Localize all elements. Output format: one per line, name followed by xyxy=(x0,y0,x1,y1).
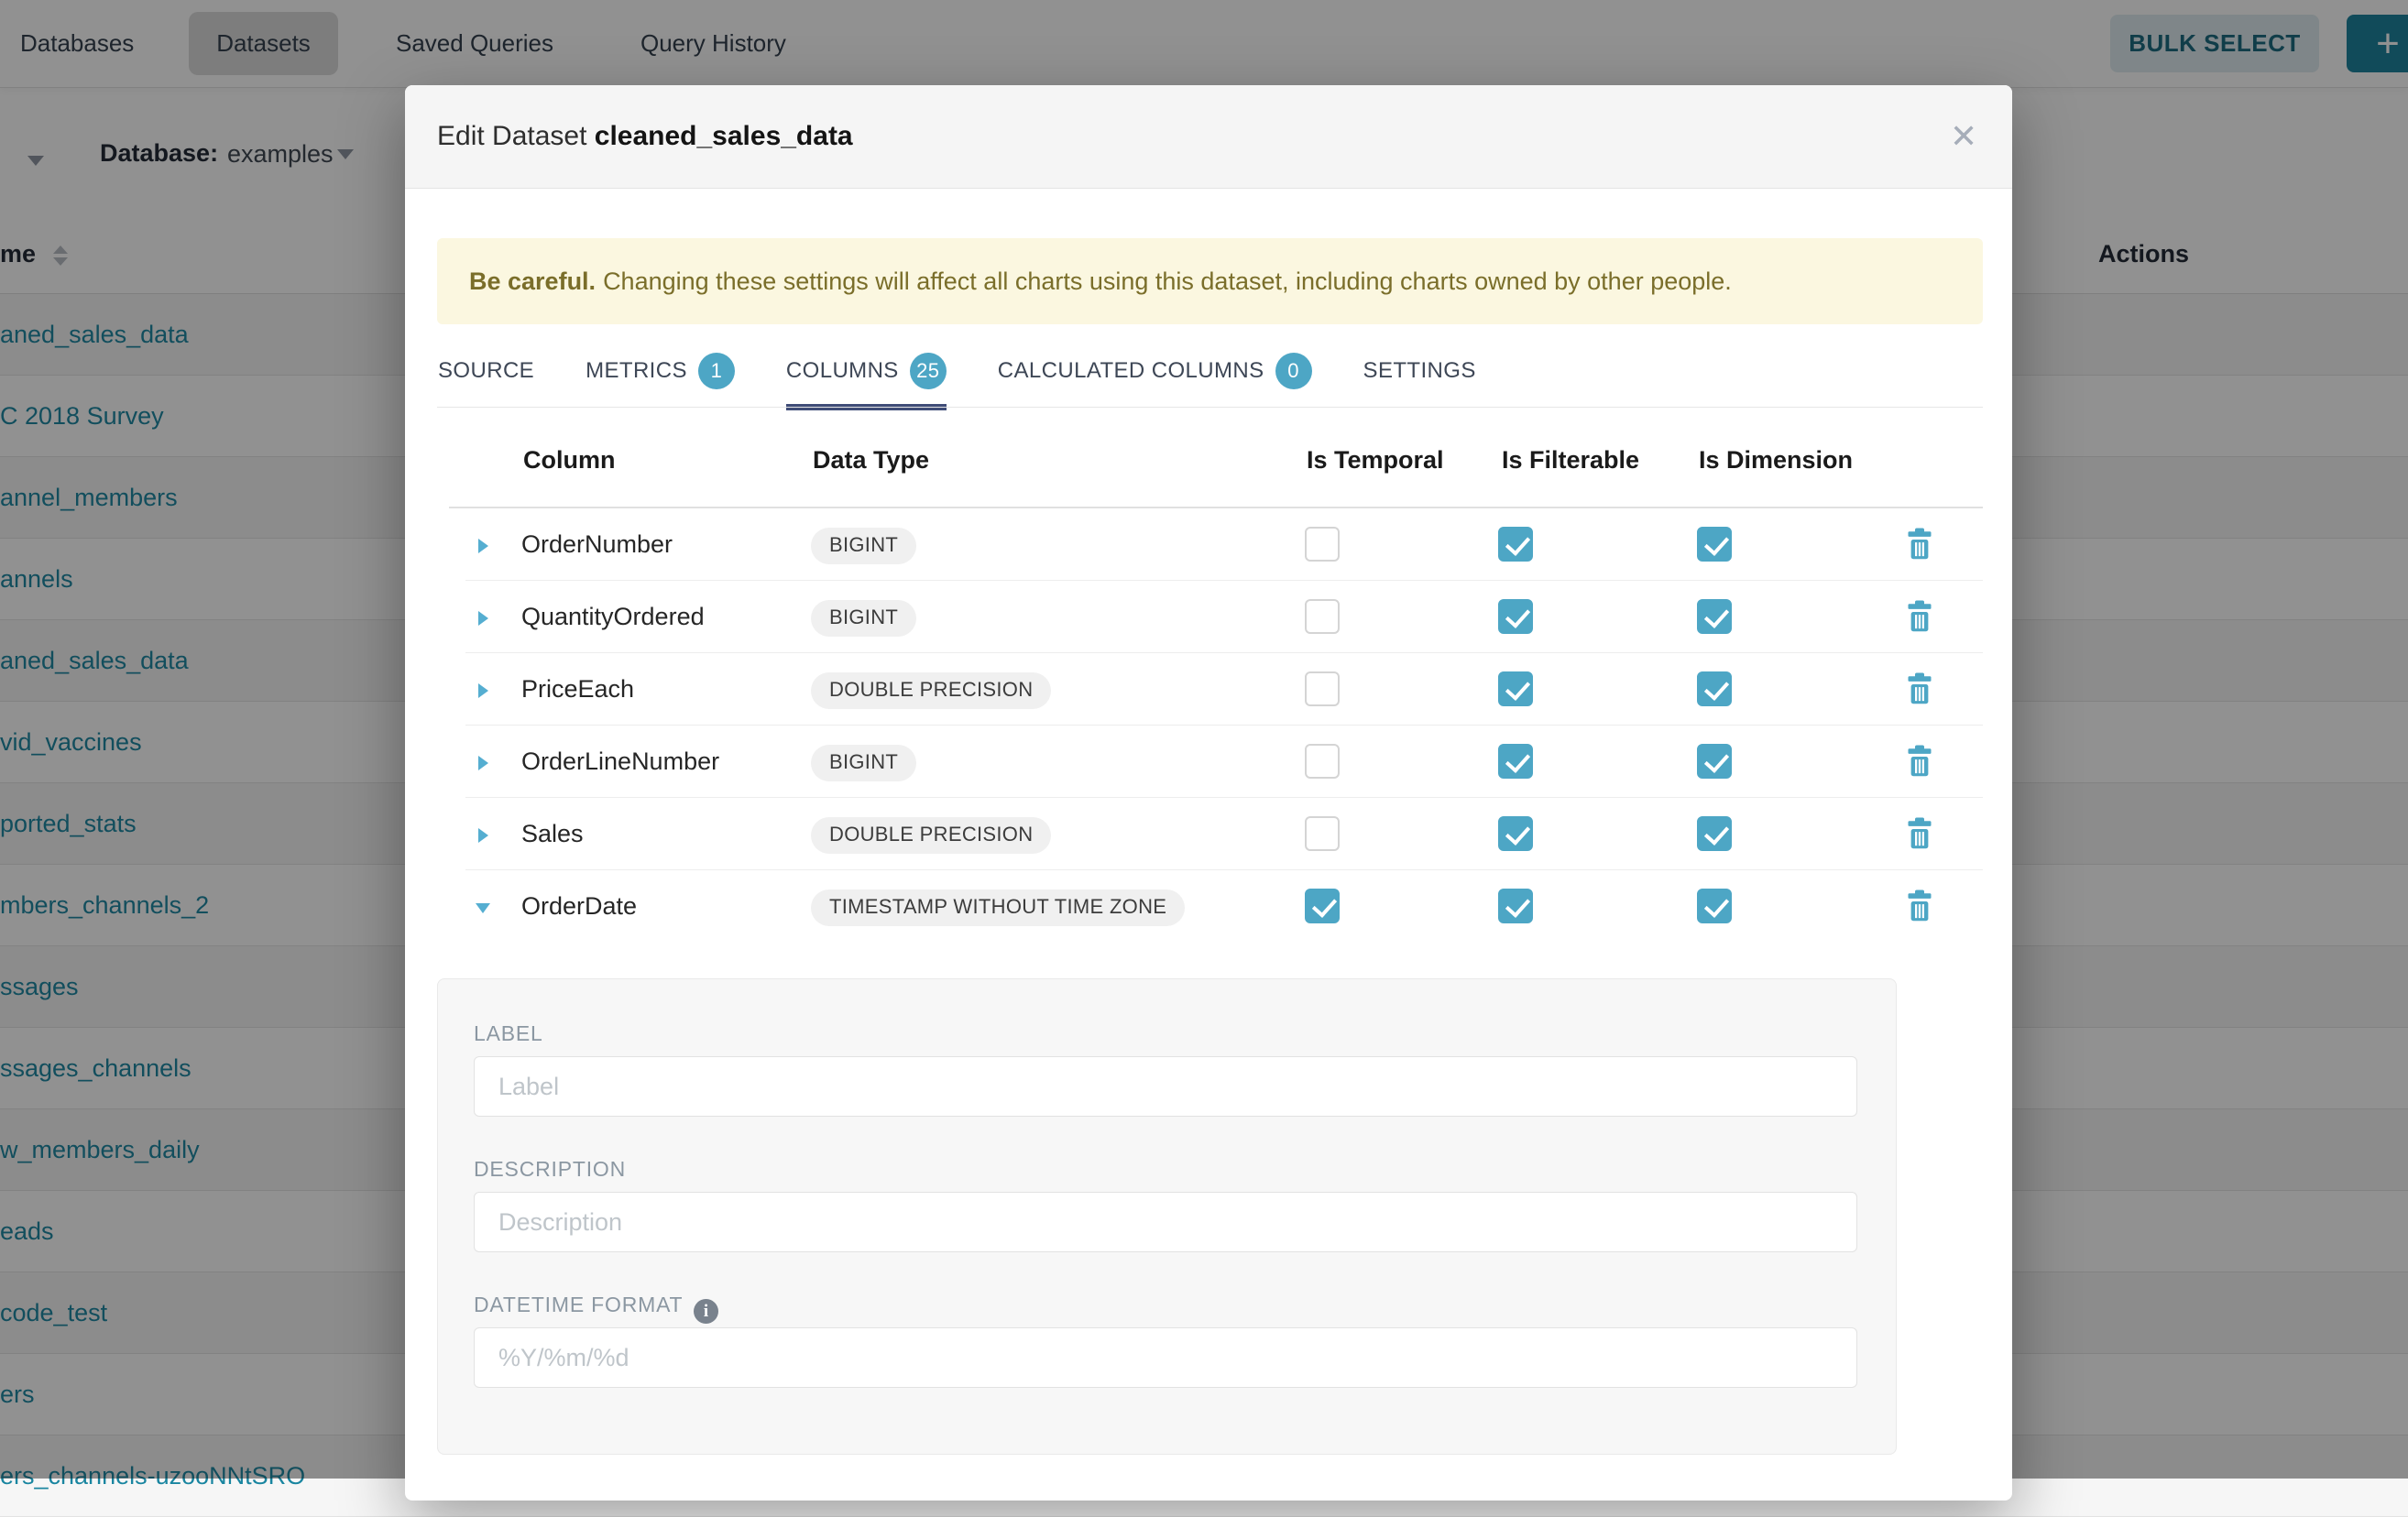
is-dimension-checkbox[interactable] xyxy=(1697,744,1732,779)
is-filterable-checkbox[interactable] xyxy=(1498,671,1533,706)
is-filterable-checkbox[interactable] xyxy=(1498,744,1533,779)
is-dimension-checkbox[interactable] xyxy=(1697,527,1732,562)
is-filterable-checkbox[interactable] xyxy=(1498,816,1533,851)
datetime-format-input[interactable] xyxy=(474,1327,1857,1388)
dataset-name: cleaned_sales_data xyxy=(595,121,853,151)
tab-metrics[interactable]: METRICS 1 xyxy=(586,353,735,410)
tabs-divider xyxy=(437,407,1983,408)
modal-tabs: SOURCE METRICS 1 COLUMNS 25 CALCULATED COL… xyxy=(438,353,1476,410)
tab-label: CALCULATED COLUMNS xyxy=(998,358,1264,384)
delete-column-trash-icon[interactable] xyxy=(1906,889,1933,922)
column-name: OrderDate xyxy=(521,870,637,942)
column-row-expanded: OrderDate TIMESTAMP WITHOUT TIME ZONE xyxy=(465,870,1983,942)
is-temporal-checkbox[interactable] xyxy=(1305,671,1340,706)
collapse-caret-icon[interactable] xyxy=(476,903,490,913)
columns-table-header: Column Data Type Is Temporal Is Filterab… xyxy=(405,446,2012,501)
column-name: Sales xyxy=(521,798,584,869)
delete-column-trash-icon[interactable] xyxy=(1906,817,1933,850)
tab-calculated-columns[interactable]: CALCULATED COLUMNS 0 xyxy=(998,353,1312,410)
tab-label: METRICS xyxy=(586,358,687,384)
is-temporal-checkbox[interactable] xyxy=(1305,599,1340,634)
is-filterable-checkbox[interactable] xyxy=(1498,527,1533,562)
description-field-heading: DESCRIPTION xyxy=(474,1157,626,1182)
label-field-heading: LABEL xyxy=(474,1021,543,1046)
tab-source[interactable]: SOURCE xyxy=(438,353,534,410)
modal-header: Edit Dataset cleaned_sales_data ✕ xyxy=(405,85,2012,189)
data-type-header: Data Type xyxy=(813,446,929,475)
data-type-pill: BIGINT xyxy=(811,745,916,781)
info-icon[interactable]: i xyxy=(694,1299,718,1324)
is-temporal-checkbox[interactable] xyxy=(1305,527,1340,562)
is-temporal-checkbox[interactable] xyxy=(1305,889,1340,923)
label-input[interactable] xyxy=(474,1056,1857,1117)
expand-caret-icon[interactable] xyxy=(478,683,488,698)
is-temporal-checkbox[interactable] xyxy=(1305,816,1340,851)
column-row: OrderNumber BIGINT xyxy=(465,508,1983,581)
is-filterable-checkbox[interactable] xyxy=(1498,889,1533,923)
column-row: PriceEach DOUBLE PRECISION xyxy=(465,653,1983,726)
column-name: OrderLineNumber xyxy=(521,726,719,797)
is-dimension-checkbox[interactable] xyxy=(1697,889,1732,923)
columns-count-badge: 25 xyxy=(910,353,947,389)
is-temporal-header: Is Temporal xyxy=(1307,446,1444,475)
expand-caret-icon[interactable] xyxy=(478,756,488,770)
delete-column-trash-icon[interactable] xyxy=(1906,745,1933,778)
is-dimension-header: Is Dimension xyxy=(1699,446,1853,475)
column-name: PriceEach xyxy=(521,653,634,725)
expand-caret-icon[interactable] xyxy=(478,828,488,843)
delete-column-trash-icon[interactable] xyxy=(1906,528,1933,561)
modal-title-prefix: Edit Dataset xyxy=(437,121,595,151)
column-header: Column xyxy=(523,446,616,475)
tab-label: SETTINGS xyxy=(1363,358,1476,384)
is-filterable-header: Is Filterable xyxy=(1502,446,1639,475)
datetime-format-field-heading: DATETIME FORMAT i xyxy=(474,1293,718,1324)
tab-settings[interactable]: SETTINGS xyxy=(1363,353,1476,410)
expand-caret-icon[interactable] xyxy=(478,611,488,626)
metrics-count-badge: 1 xyxy=(698,353,735,389)
calculated-columns-count-badge: 0 xyxy=(1275,353,1312,389)
data-type-pill: BIGINT xyxy=(811,600,916,637)
close-icon[interactable]: ✕ xyxy=(1950,85,1977,188)
warning-text: Changing these settings will affect all … xyxy=(603,267,1732,296)
column-name: QuantityOrdered xyxy=(521,581,705,652)
columns-table: OrderNumber BIGINT QuantityOrdered BIGIN… xyxy=(465,508,1983,942)
description-input[interactable] xyxy=(474,1192,1857,1252)
data-type-pill: DOUBLE PRECISION xyxy=(811,672,1051,709)
data-type-pill: TIMESTAMP WITHOUT TIME ZONE xyxy=(811,889,1185,926)
delete-column-trash-icon[interactable] xyxy=(1906,672,1933,705)
datetime-format-label: DATETIME FORMAT xyxy=(474,1293,683,1316)
tab-label: COLUMNS xyxy=(786,358,899,384)
is-filterable-checkbox[interactable] xyxy=(1498,599,1533,634)
warning-bold-text: Be careful. xyxy=(469,267,596,296)
warning-banner: Be careful. Changing these settings will… xyxy=(437,238,1983,324)
column-name: OrderNumber xyxy=(521,508,673,580)
modal-title: Edit Dataset cleaned_sales_data xyxy=(437,85,853,188)
data-type-pill: DOUBLE PRECISION xyxy=(811,817,1051,854)
edit-dataset-modal: Edit Dataset cleaned_sales_data ✕ Be car… xyxy=(405,85,2012,1501)
is-dimension-checkbox[interactable] xyxy=(1697,816,1732,851)
tab-label: SOURCE xyxy=(438,358,534,384)
data-type-pill: BIGINT xyxy=(811,528,916,564)
is-dimension-checkbox[interactable] xyxy=(1697,599,1732,634)
column-row: Sales DOUBLE PRECISION xyxy=(465,798,1983,870)
column-editor-panel: LABEL DESCRIPTION DATETIME FORMAT i xyxy=(437,978,1897,1455)
delete-column-trash-icon[interactable] xyxy=(1906,600,1933,633)
is-dimension-checkbox[interactable] xyxy=(1697,671,1732,706)
expand-caret-icon[interactable] xyxy=(478,539,488,553)
column-row: QuantityOrdered BIGINT xyxy=(465,581,1983,653)
tab-columns[interactable]: COLUMNS 25 xyxy=(786,353,947,410)
column-row: OrderLineNumber BIGINT xyxy=(465,726,1983,798)
is-temporal-checkbox[interactable] xyxy=(1305,744,1340,779)
